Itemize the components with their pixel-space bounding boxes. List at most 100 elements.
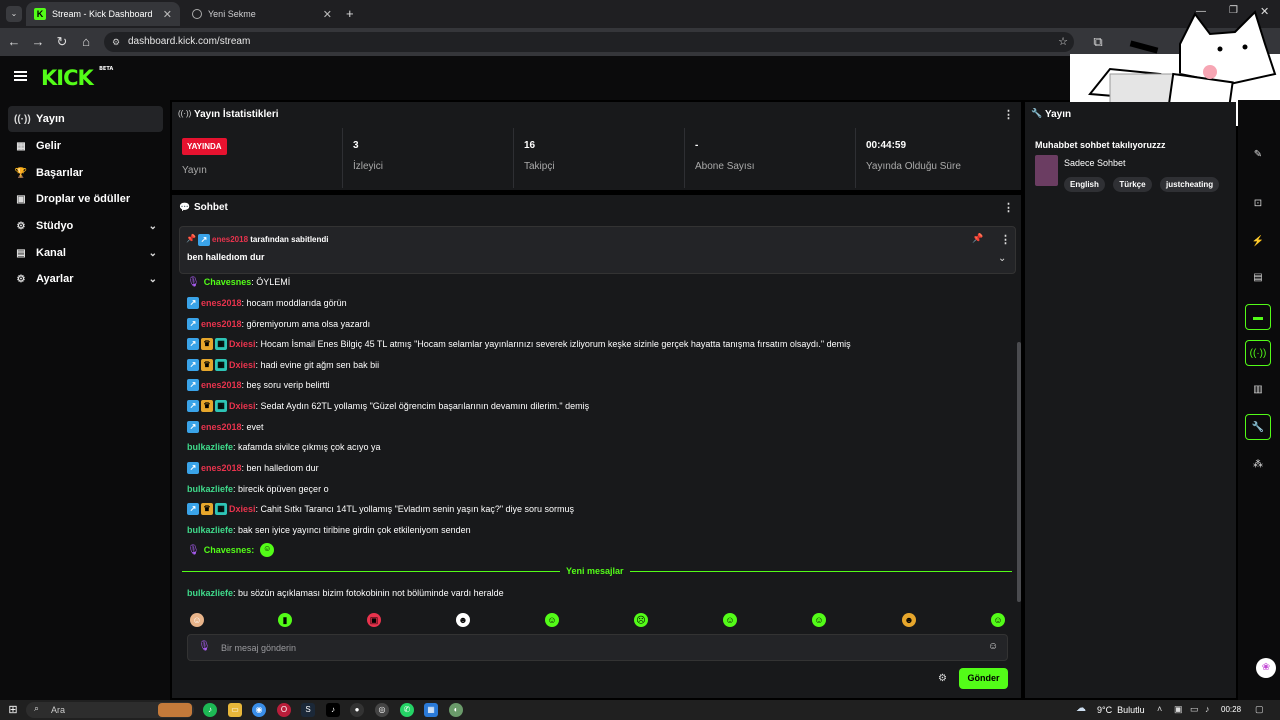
address-bar[interactable]: ⚙ dashboard.kick.com/stream ☆ [104, 32, 1074, 52]
category-name[interactable]: Sadece Sohbet [1064, 158, 1126, 168]
emote-icon[interactable]: ☻ [456, 613, 470, 627]
broadcast-icon[interactable]: ((·)) [1245, 340, 1271, 366]
network-icon[interactable]: ▭ [1190, 704, 1199, 715]
clock-time[interactable]: 00:28 [1221, 705, 1241, 714]
photos-icon[interactable]: ▦ [424, 703, 438, 717]
app-icon[interactable]: ◐ [449, 703, 463, 717]
username[interactable]: enes2018 [201, 298, 242, 308]
send-button[interactable]: Gönder [959, 668, 1008, 689]
username[interactable]: enes2018 [201, 463, 242, 473]
tag-turkce[interactable]: Türkçe [1113, 177, 1152, 192]
share-icon[interactable]: ⁂ [1245, 452, 1271, 478]
new-tab-button[interactable]: + [346, 6, 354, 21]
chat-message[interactable]: bulkazliefe : bu sözün açıklaması bizim … [187, 586, 504, 600]
emote-icon[interactable]: ☺ [812, 613, 826, 627]
more-options-icon[interactable]: ⋮ [1000, 233, 1011, 246]
sidebar-item-yayin[interactable]: ((·)) Yayın [8, 106, 163, 132]
username[interactable]: bulkazliefe [187, 442, 233, 452]
menu-icon[interactable] [14, 71, 27, 81]
kick-logo[interactable]: KICK BETA [41, 66, 113, 90]
weather-text[interactable]: 9°C Bulutlu [1097, 705, 1145, 715]
chat-message[interactable]: bulkazliefe : birecik öpüven geçer o [187, 482, 329, 496]
chat-message[interactable]: ↗ ♛ ▦ Dxiesi : Cahit Sıtkı Tarancı 14TL … [187, 502, 574, 516]
sidebar-item-basarilar[interactable]: 🏆 Başarılar [8, 160, 163, 186]
chat-message[interactable]: ↗ enes2018 : hocam moddlarıda görün [187, 296, 347, 310]
microphone-icon[interactable]: 🎙 [198, 641, 211, 652]
username[interactable]: bulkazliefe [187, 525, 233, 535]
chat-icon[interactable]: ▬ [1245, 304, 1271, 330]
volume-icon[interactable]: ♪ [1205, 704, 1210, 714]
unpin-icon[interactable]: 📌 [972, 233, 983, 244]
username[interactable]: enes2018 [212, 235, 248, 244]
sidebar-item-kanal[interactable]: ▤ Kanal ⌄ [8, 240, 163, 266]
tab-list-button[interactable]: ⌄ [6, 6, 22, 22]
reload-button[interactable]: ↻ [54, 34, 70, 50]
chat-message[interactable]: ↗ enes2018 : ben halledıom dur [187, 461, 319, 475]
sidebar-item-studyo[interactable]: ⚙ Stüdyo ⌄ [8, 213, 163, 239]
username[interactable]: bulkazliefe [187, 484, 233, 494]
pinned-message[interactable]: 📌 ↗ enes2018 tarafından sabitlendi ben h… [179, 226, 1016, 274]
chat-message[interactable]: ↗ ♛ ▦ Dxiesi : Hocam İsmail Enes Bilgiç … [187, 337, 851, 351]
emote-icon[interactable]: ☺ [545, 613, 559, 627]
lightning-icon[interactable]: ⚡ [1245, 229, 1271, 255]
home-button[interactable]: ⌂ [78, 34, 94, 50]
chat-settings-icon[interactable]: ⚙ [938, 673, 947, 684]
sidebar-item-droplar[interactable]: ▣ Droplar ve ödüller [8, 186, 163, 212]
chat-message[interactable]: ↗ enes2018 : evet [187, 420, 264, 434]
emote-icon[interactable]: ☺ [190, 613, 204, 627]
steam-icon[interactable]: S [301, 703, 315, 717]
taskbar-search[interactable]: ⌕ Ara [26, 702, 194, 718]
close-tab-icon[interactable]: ✕ [323, 8, 332, 21]
bookmark-star-icon[interactable]: ☆ [1058, 32, 1068, 52]
chat-input[interactable]: 🎙 Bir mesaj gönderin ☺ [187, 634, 1008, 661]
close-tab-icon[interactable]: ✕ [163, 8, 172, 21]
back-button[interactable]: ← [6, 34, 22, 50]
username[interactable]: Dxiesi [229, 401, 256, 411]
edit-icon[interactable]: ✎ [1245, 142, 1271, 168]
username[interactable]: Chavesnes [204, 277, 252, 287]
tray-chevron-icon[interactable]: ˄ [1157, 704, 1162, 714]
file-explorer-icon[interactable]: ▭ [228, 703, 242, 717]
username[interactable]: Chavesnes [204, 545, 252, 555]
more-options-icon[interactable]: ⋮ [1003, 108, 1014, 121]
tag-justcheating[interactable]: justcheating [1160, 177, 1220, 192]
document-icon[interactable]: ▤ [1245, 265, 1271, 291]
wrench-icon[interactable]: 🔧 [1245, 414, 1271, 440]
chat-message[interactable]: ↗ enes2018 : beş soru verip belirtti [187, 378, 330, 392]
username[interactable]: enes2018 [201, 422, 242, 432]
obs-icon[interactable]: ● [350, 703, 364, 717]
emote-icon[interactable]: ☹ [634, 613, 648, 627]
username[interactable]: Dxiesi [229, 360, 256, 370]
chrome-icon[interactable]: ◉ [252, 703, 266, 717]
chat-message[interactable]: bulkazliefe : bak sen iyice yayıncı tiri… [187, 523, 471, 537]
chat-message[interactable]: 🎙 Chavesnes : ☺ [187, 543, 276, 557]
site-info-icon[interactable]: ⚙ [112, 32, 120, 52]
floating-app-icon[interactable]: ❀ [1256, 658, 1276, 678]
notifications-icon[interactable]: ▢ [1255, 704, 1264, 715]
sidebar-item-ayarlar[interactable]: ⚙ Ayarlar ⌄ [8, 266, 163, 292]
chat-message[interactable]: ↗ ♛ ▦ Dxiesi : hadi evine git ağm sen ba… [187, 358, 379, 372]
username[interactable]: bulkazliefe [187, 588, 233, 598]
sidebar-item-gelir[interactable]: ▦ Gelir [8, 133, 163, 159]
tray-app-icon[interactable]: ▣ [1174, 704, 1183, 715]
tab-new-tab[interactable]: Yeni Sekme ✕ [184, 2, 340, 26]
start-icon[interactable]: ⊞ [6, 703, 20, 717]
more-options-icon[interactable]: ⋮ [1003, 201, 1014, 214]
username[interactable]: Dxiesi [229, 339, 256, 349]
emote-icon[interactable]: ▣ [367, 613, 381, 627]
forward-button[interactable]: → [30, 34, 46, 50]
chat-message[interactable]: ↗ ♛ ▦ Dxiesi : Sedat Aydın 62TL yollamış… [187, 399, 589, 413]
username[interactable]: Dxiesi [229, 504, 256, 514]
emote-icon[interactable]: ☻ [902, 613, 916, 627]
tag-english[interactable]: English [1064, 177, 1105, 192]
emote-icon[interactable]: ▮ [278, 613, 292, 627]
screenshot-icon[interactable]: ⊡ [1245, 191, 1271, 217]
chat-message[interactable]: 🎙 Chavesnes : ÖYLEMİ [187, 275, 290, 289]
spotify-icon[interactable]: ♪ [203, 703, 217, 717]
tab-kick-dashboard[interactable]: K Stream - Kick Dashboard ✕ [26, 2, 180, 26]
layout-icon[interactable]: ▥ [1245, 377, 1271, 403]
chevron-down-icon[interactable]: ⌄ [998, 253, 1006, 264]
github-icon[interactable]: ◎ [375, 703, 389, 717]
whatsapp-icon[interactable]: ✆ [400, 703, 414, 717]
username[interactable]: enes2018 [201, 319, 242, 329]
